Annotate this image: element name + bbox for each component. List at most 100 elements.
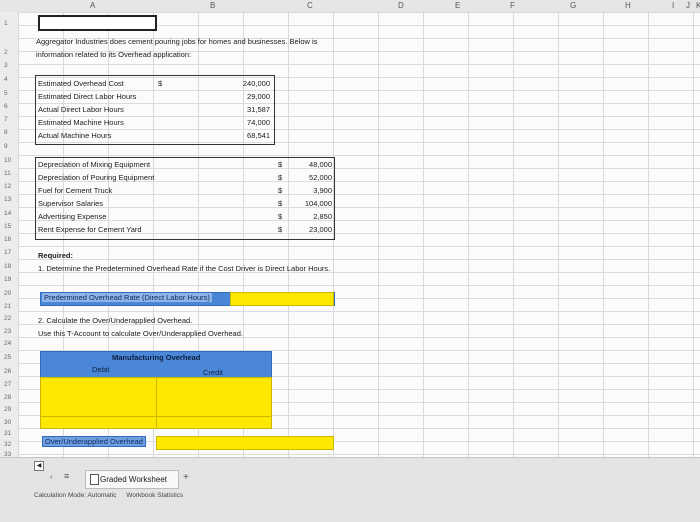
question-1[interactable]: 1. Determine the Predetermined Overhead … <box>38 264 330 273</box>
row-header[interactable]: 25 <box>4 354 11 361</box>
column-header-c[interactable]: C <box>307 1 313 10</box>
column-header-f[interactable]: F <box>510 1 515 10</box>
column-header-g[interactable]: G <box>570 1 576 10</box>
row-header[interactable]: 18 <box>4 263 11 270</box>
expense-currency: $ <box>278 199 283 208</box>
sheet-lock-icon <box>90 474 99 485</box>
sheet-tab-bar: ◀ ‹ ≡ Graded Worksheet + Calculation Mod… <box>0 457 700 522</box>
t-account-debit-total-cell[interactable] <box>40 416 157 429</box>
row-header[interactable]: 6 <box>4 103 8 110</box>
expense-value[interactable]: 48,000 <box>290 160 332 169</box>
column-header-a[interactable]: A <box>90 1 95 10</box>
sheet-tab-graded-worksheet[interactable]: Graded Worksheet <box>85 470 179 489</box>
row-header[interactable]: 5 <box>4 90 8 97</box>
row-header[interactable]: 7 <box>4 116 8 123</box>
row-header[interactable]: 23 <box>4 328 11 335</box>
estimate-value[interactable]: 74,000 <box>230 118 270 127</box>
row-header[interactable]: 14 <box>4 210 11 217</box>
expense-value[interactable]: 2,850 <box>290 212 332 221</box>
expense-label[interactable]: Advertising Expense <box>38 212 106 221</box>
expense-label[interactable]: Depreciation of Pouring Equipment <box>38 173 154 182</box>
status-bar: Calculation Mode: Automatic Workbook Sta… <box>34 492 183 499</box>
row-header[interactable]: 31 <box>4 430 11 437</box>
row-header[interactable]: 16 <box>4 236 11 243</box>
row-header[interactable]: 2 <box>4 49 8 56</box>
tab-label: Graded Worksheet <box>100 475 167 484</box>
row-header[interactable]: 3 <box>4 62 8 69</box>
add-sheet-button[interactable]: + <box>183 472 189 483</box>
expense-label[interactable]: Fuel for Cement Truck <box>38 186 112 195</box>
row-header[interactable]: 10 <box>4 157 11 164</box>
row-header[interactable]: 13 <box>4 196 11 203</box>
t-account-debit-cell[interactable] <box>40 377 157 417</box>
estimate-label[interactable]: Actual Machine Hours <box>38 131 111 140</box>
row-header-bar: 1 2 3 4 5 6 7 8 9 10 11 12 13 14 15 16 1… <box>0 12 19 458</box>
expense-value[interactable]: 52,000 <box>290 173 332 182</box>
row-header[interactable]: 32 <box>4 441 11 448</box>
estimate-label[interactable]: Estimated Machine Hours <box>38 118 124 127</box>
question-2b[interactable]: Use this T-Account to calculate Over/Und… <box>38 329 243 338</box>
expense-currency: $ <box>278 173 283 182</box>
column-header-k[interactable]: K <box>696 1 700 10</box>
row-header[interactable]: 9 <box>4 143 8 150</box>
calc-mode-status[interactable]: Calculation Mode: Automatic <box>34 492 116 499</box>
question-2a[interactable]: 2. Calculate the Over/Underapplied Overh… <box>38 316 192 325</box>
estimate-label[interactable]: Actual Direct Labor Hours <box>38 105 124 114</box>
expense-currency: $ <box>278 160 283 169</box>
intro-line-2[interactable]: information related to its Overhead appl… <box>36 50 191 59</box>
row-header[interactable]: 15 <box>4 223 11 230</box>
prev-sheet-icon[interactable]: ‹ <box>50 472 53 481</box>
row-header[interactable]: 24 <box>4 340 11 347</box>
row-header[interactable]: 29 <box>4 406 11 413</box>
t-account-credit-cell[interactable] <box>156 377 272 417</box>
column-header-j[interactable]: J <box>686 1 690 10</box>
expense-value[interactable]: 104,000 <box>290 199 332 208</box>
row-header[interactable]: 22 <box>4 315 11 322</box>
column-header-d[interactable]: D <box>398 1 404 10</box>
expense-label[interactable]: Rent Expense for Cement Yard <box>38 225 142 234</box>
expense-value[interactable]: 23,000 <box>290 225 332 234</box>
row-header[interactable]: 28 <box>4 394 11 401</box>
t-account-debit-label[interactable]: Debit <box>92 365 110 374</box>
row-header[interactable]: 30 <box>4 419 11 426</box>
column-header-i[interactable]: I <box>672 1 674 10</box>
intro-line-1[interactable]: Aggregator Industries does cement pourin… <box>36 37 317 46</box>
column-header-h[interactable]: H <box>625 1 631 10</box>
scroll-left-icon[interactable]: ◀ <box>34 461 44 471</box>
expense-currency: $ <box>278 212 283 221</box>
row-header[interactable]: 4 <box>4 76 8 83</box>
expense-value[interactable]: 3,900 <box>290 186 332 195</box>
row-header[interactable]: 17 <box>4 249 11 256</box>
row-header[interactable]: 27 <box>4 381 11 388</box>
column-header-b[interactable]: B <box>210 1 215 10</box>
estimate-value[interactable]: 68,541 <box>230 131 270 140</box>
expense-label[interactable]: Depreciation of Mixing Equipment <box>38 160 150 169</box>
row-header[interactable]: 11 <box>4 170 11 177</box>
t-account-credit-label[interactable]: Credit <box>203 368 223 377</box>
row-header[interactable]: 12 <box>4 183 11 190</box>
row-header[interactable]: 21 <box>4 303 11 310</box>
over-under-label[interactable]: Over/Underapplied Overhead <box>42 436 146 447</box>
expense-label[interactable]: Supervisor Salaries <box>38 199 103 208</box>
row-header[interactable]: 8 <box>4 129 8 136</box>
rate-label[interactable]: Predermined Overhead Rate (Direct Labor … <box>42 293 212 302</box>
t-account-credit-total-cell[interactable] <box>156 416 272 429</box>
row-header[interactable]: 1 <box>4 20 8 27</box>
t-account-title[interactable]: Manufacturing Overhead <box>112 353 200 362</box>
workbook-statistics-link[interactable]: Workbook Statistics <box>126 492 183 499</box>
row-header[interactable]: 19 <box>4 276 11 283</box>
estimate-currency: $ <box>158 79 163 88</box>
required-heading[interactable]: Required: <box>38 251 73 260</box>
over-under-answer-cell[interactable] <box>156 436 334 450</box>
estimate-value[interactable]: 31,587 <box>230 105 270 114</box>
estimate-label[interactable]: Estimated Overhead Cost <box>38 79 124 88</box>
estimate-value[interactable]: 240,000 <box>230 79 270 88</box>
estimate-value[interactable]: 29,000 <box>230 92 270 101</box>
sheet-menu-icon[interactable]: ≡ <box>64 471 69 481</box>
column-header-e[interactable]: E <box>455 1 460 10</box>
row-header[interactable]: 26 <box>4 368 11 375</box>
selected-cell[interactable] <box>38 15 157 31</box>
rate-answer-cell[interactable] <box>230 292 334 306</box>
row-header[interactable]: 20 <box>4 290 11 297</box>
estimate-label[interactable]: Estimated Direct Labor Hours <box>38 92 136 101</box>
